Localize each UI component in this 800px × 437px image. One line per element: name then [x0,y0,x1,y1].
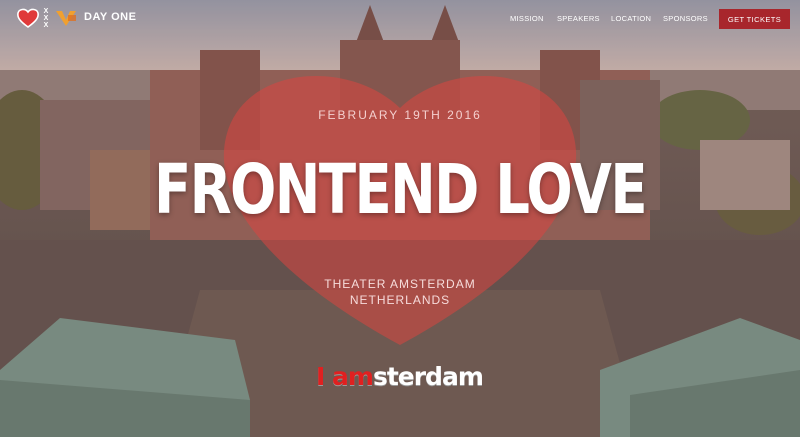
v-logo-icon[interactable] [55,9,77,27]
xxx-glyph: X [43,22,49,29]
hero-section: X X X DAY ONE MISSION SPEAKERS LOCATION … [0,0,800,437]
i-amsterdam-sign: I amsterdam [316,362,484,391]
nav-link-sponsors[interactable]: SPONSORS [663,14,708,23]
event-title: FRONTEND LOVE [154,150,648,230]
heart-icon[interactable] [17,8,39,28]
brand-name[interactable]: DAY ONE [84,11,136,23]
nav-link-location[interactable]: LOCATION [611,14,651,23]
event-date: FEBRUARY 19TH 2016 [318,108,482,122]
xxx-glyph: X [43,15,49,22]
get-tickets-button[interactable]: GET TICKETS [719,9,790,29]
venue-name: THEATER AMSTERDAM [324,277,476,291]
venue-country: NETHERLANDS [349,293,451,307]
sign-text-white: sterdam [372,362,484,391]
xxx-icon[interactable]: X X X [41,8,51,30]
sign-text-red: I am [316,362,374,391]
nav-link-mission[interactable]: MISSION [510,14,544,23]
top-navigation: X X X DAY ONE MISSION SPEAKERS LOCATION … [0,0,800,38]
xxx-glyph: X [43,8,49,15]
nav-link-speakers[interactable]: SPEAKERS [557,14,600,23]
